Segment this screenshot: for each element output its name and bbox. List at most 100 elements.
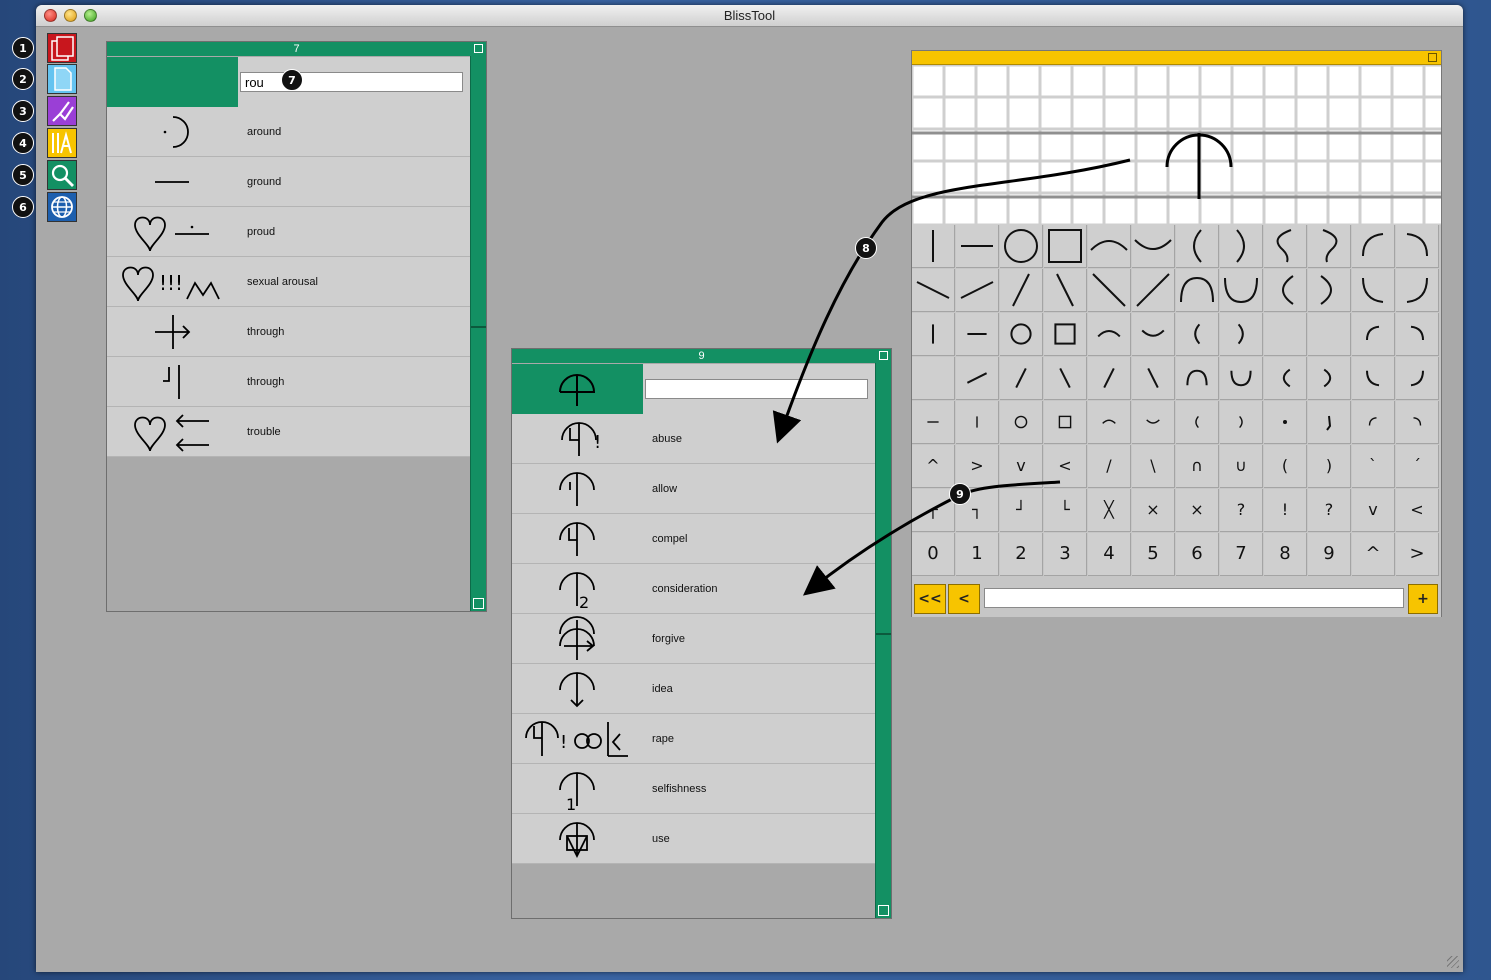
glyph-key[interactable]: 7: [1220, 533, 1263, 576]
shape-key-comma[interactable]: [1308, 401, 1351, 444]
result-row[interactable]: allow: [512, 464, 875, 514]
composer-text-field[interactable]: [984, 588, 1404, 608]
shape-key-backslash-m2[interactable]: [1132, 357, 1175, 400]
shape-key-paren-r-s[interactable]: [1220, 401, 1263, 444]
shape-key-paren-bl-m[interactable]: [1264, 357, 1307, 400]
shape-key-paren-br[interactable]: [1308, 269, 1351, 312]
shape-key-vline-s[interactable]: [956, 401, 999, 444]
glyph-key[interactable]: /: [1088, 445, 1131, 488]
shape-key-arc-bottom-s[interactable]: [1132, 401, 1175, 444]
add-symbol-button[interactable]: +: [1408, 584, 1438, 614]
shape-key-corner-arc-r[interactable]: [1396, 225, 1439, 268]
glyph-key[interactable]: 4: [1088, 533, 1131, 576]
glyph-key[interactable]: ): [1308, 445, 1351, 488]
glyph-key[interactable]: ´: [1396, 445, 1439, 488]
shape-key-backslash[interactable]: [1044, 269, 1087, 312]
panel-header[interactable]: 9: [512, 349, 891, 363]
shape-key-hook-r[interactable]: [1308, 225, 1351, 268]
glyph-key[interactable]: 3: [1044, 533, 1087, 576]
glyph-key[interactable]: 8: [1264, 533, 1307, 576]
drawing-canvas[interactable]: [912, 65, 1441, 225]
result-row[interactable]: use: [512, 814, 875, 864]
panel-zoom-box[interactable]: [474, 44, 483, 53]
glyph-key[interactable]: <: [1044, 445, 1087, 488]
shape-key-arc-top-s[interactable]: [1088, 401, 1131, 444]
glyph-key[interactable]: v: [1352, 489, 1395, 532]
first-page-button[interactable]: <<: [914, 584, 946, 614]
result-row[interactable]: through: [107, 357, 470, 407]
previous-page-button[interactable]: <: [948, 584, 980, 614]
glyph-key[interactable]: 0: [912, 533, 955, 576]
panel-zoom-box[interactable]: [879, 351, 888, 360]
result-row[interactable]: proud: [107, 207, 470, 257]
shape-key-hline[interactable]: [956, 225, 999, 268]
glyph-key[interactable]: (: [1264, 445, 1307, 488]
shape-key-paren-r[interactable]: [1220, 225, 1263, 268]
shape-key-diag-big-down[interactable]: [1088, 269, 1131, 312]
search-input[interactable]: [645, 379, 868, 399]
close-window-button[interactable]: [44, 9, 57, 22]
glyph-key[interactable]: v: [1000, 445, 1043, 488]
result-row[interactable]: 1 selfishness: [512, 764, 875, 814]
new-document-button[interactable]: [47, 64, 77, 94]
vertical-scrollbar[interactable]: [470, 56, 486, 611]
shape-key-diag-down-m[interactable]: [912, 357, 955, 400]
shape-key-hook-l[interactable]: [1264, 225, 1307, 268]
panel-resize-grip[interactable]: [878, 905, 889, 916]
shape-key-empty[interactable]: [1308, 313, 1351, 356]
result-row[interactable]: around: [107, 107, 470, 157]
drawing-tool-button[interactable]: [47, 96, 77, 126]
shape-key-circle[interactable]: [1000, 225, 1043, 268]
vertical-scrollbar[interactable]: [875, 363, 891, 918]
shape-key-quarter-br[interactable]: [1396, 269, 1439, 312]
panel-header[interactable]: 7: [107, 42, 486, 56]
shape-key-paren-r-m[interactable]: [1220, 313, 1263, 356]
search-tool-button[interactable]: [47, 160, 77, 190]
glyph-key[interactable]: >: [956, 445, 999, 488]
glyph-key[interactable]: ∪: [1220, 445, 1263, 488]
glyph-key[interactable]: !: [1264, 489, 1307, 532]
zoom-window-button[interactable]: [84, 9, 97, 22]
minimize-window-button[interactable]: [64, 9, 77, 22]
shape-key-diag-up-m[interactable]: [956, 357, 999, 400]
glyph-key[interactable]: ╳: [1088, 489, 1131, 532]
shape-key-arch[interactable]: [1176, 269, 1219, 312]
glyph-key[interactable]: 6: [1176, 533, 1219, 576]
shape-key-diag-up[interactable]: [956, 269, 999, 312]
shape-key-hline-s[interactable]: [912, 401, 955, 444]
panel-resize-grip[interactable]: [473, 598, 484, 609]
result-row[interactable]: ! abuse: [512, 414, 875, 464]
shape-key-slash[interactable]: [1000, 269, 1043, 312]
shape-key-paren-bl[interactable]: [1264, 269, 1307, 312]
shape-key-hline-m[interactable]: [956, 313, 999, 356]
shape-key-arc-top[interactable]: [1088, 225, 1131, 268]
shape-key-arc-bottom-m[interactable]: [1132, 313, 1175, 356]
shape-key-vline-m[interactable]: [912, 313, 955, 356]
shape-key-dot[interactable]: [1264, 401, 1307, 444]
lexicon-book-button[interactable]: [47, 33, 77, 63]
glyph-key[interactable]: ?: [1220, 489, 1263, 532]
glyph-key[interactable]: └: [1044, 489, 1087, 532]
title-bar[interactable]: BlissTool: [36, 5, 1463, 27]
shape-key-vline[interactable]: [912, 225, 955, 268]
shape-key-quarter-bl[interactable]: [1352, 269, 1395, 312]
shape-key-arc-top-m[interactable]: [1088, 313, 1131, 356]
shape-key-square-m[interactable]: [1044, 313, 1087, 356]
glyph-key[interactable]: 1: [956, 533, 999, 576]
composer-header[interactable]: [912, 51, 1441, 65]
shape-key-corner-arc-r-m[interactable]: [1396, 313, 1439, 356]
globe-tool-button[interactable]: [47, 192, 77, 222]
glyph-key[interactable]: 5: [1132, 533, 1175, 576]
composer-zoom-box[interactable]: [1428, 53, 1437, 62]
shape-key-backslash-m[interactable]: [1044, 357, 1087, 400]
shape-key-diag-down-l[interactable]: [912, 269, 955, 312]
shape-key-square[interactable]: [1044, 225, 1087, 268]
shape-key-empty[interactable]: [1264, 313, 1307, 356]
glyph-key[interactable]: ^: [912, 445, 955, 488]
search-input[interactable]: [240, 72, 463, 92]
shape-key-quarter-br-m[interactable]: [1396, 357, 1439, 400]
shape-key-corner-arc-l[interactable]: [1352, 225, 1395, 268]
glyph-key[interactable]: \: [1132, 445, 1175, 488]
shape-key-arch-m[interactable]: [1176, 357, 1219, 400]
glyph-key[interactable]: ∩: [1176, 445, 1219, 488]
